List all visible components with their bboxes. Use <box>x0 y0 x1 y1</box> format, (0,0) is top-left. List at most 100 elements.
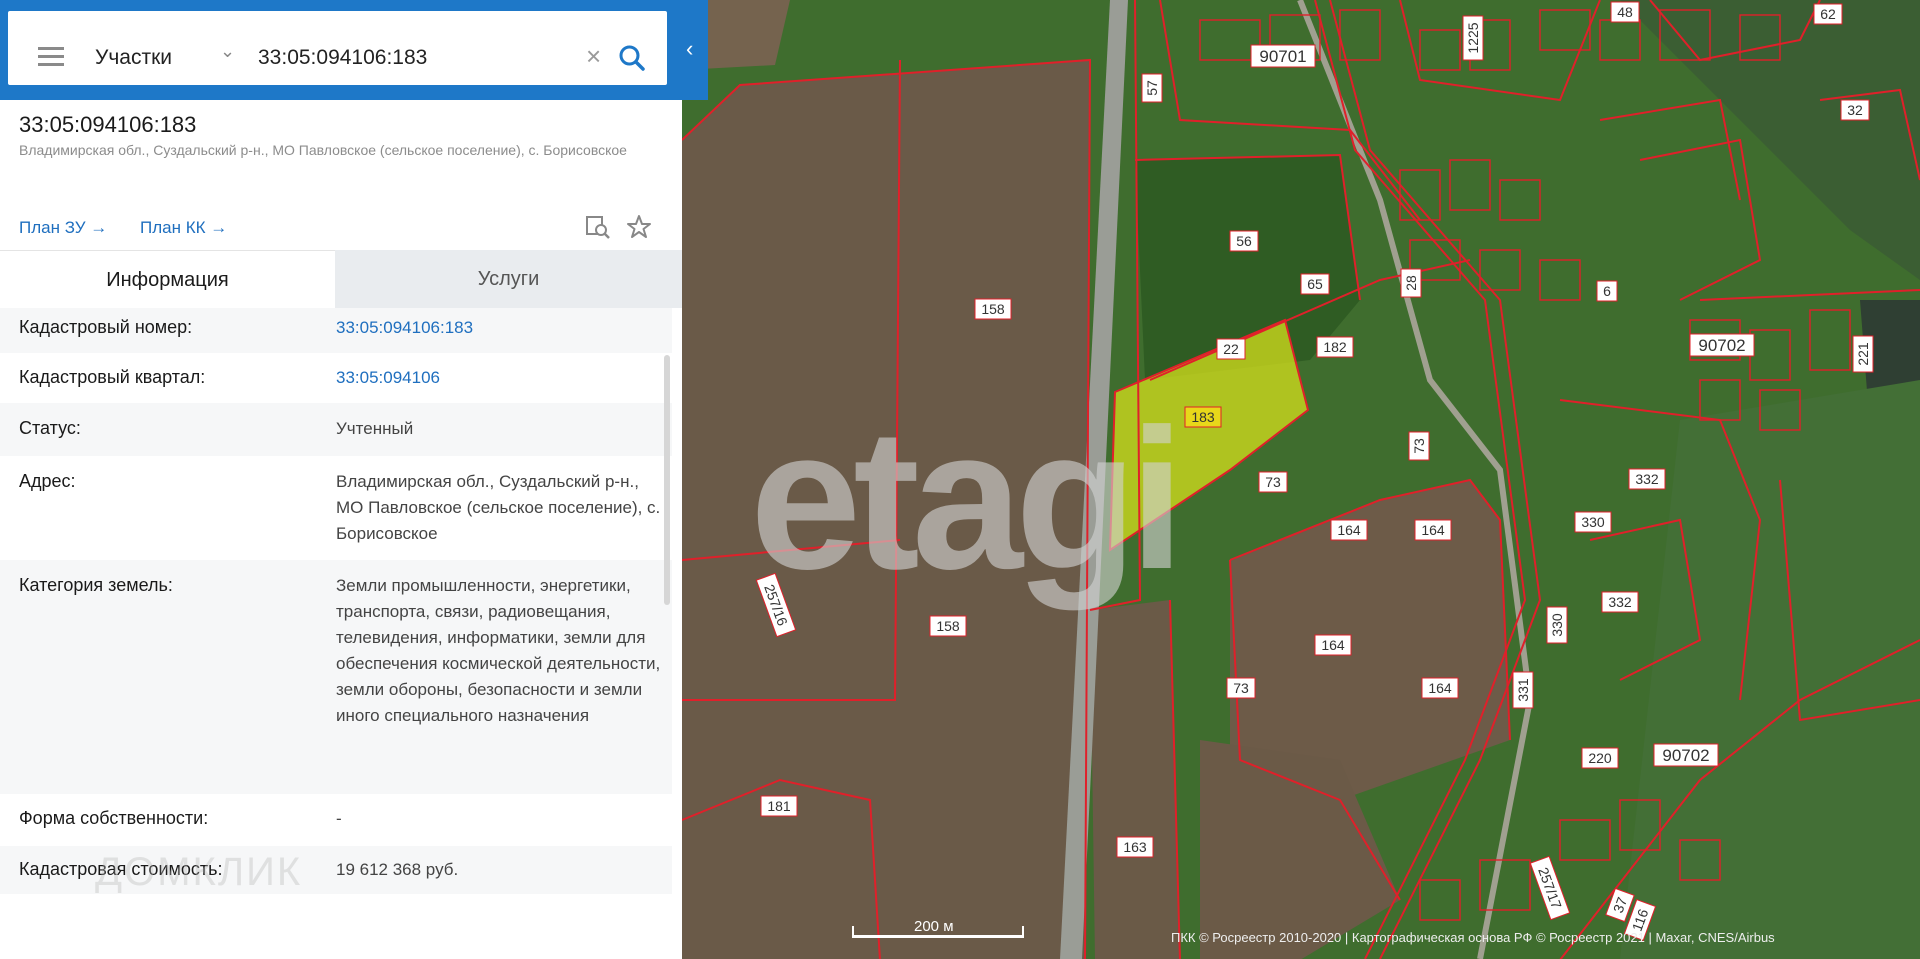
svg-text:332: 332 <box>1635 471 1659 487</box>
svg-text:22: 22 <box>1223 341 1239 357</box>
info-value: 19 612 368 руб. <box>336 860 459 879</box>
info-panel: 33:05:094106:183 Владимирская обл., Сузд… <box>0 0 682 959</box>
info-label: Адрес: <box>19 471 76 491</box>
svg-text:57: 57 <box>1144 80 1160 96</box>
map-label: 73 <box>1226 677 1256 699</box>
info-value: - <box>336 809 342 828</box>
info-label: Статус: <box>19 418 81 438</box>
parcel-address: Владимирская обл., Суздальский р-н., МО … <box>19 142 627 158</box>
svg-text:158: 158 <box>981 301 1005 317</box>
info-row-cadastral-number: Кадастровый номер: 33:05:094106:183 <box>0 308 672 353</box>
field-163 <box>1090 600 1180 959</box>
svg-text:73: 73 <box>1411 438 1427 454</box>
info-row-land-category: Категория земель: Земли промышленности, … <box>0 560 672 794</box>
info-row-cadastral-quarter: Кадастровый квартал: 33:05:094106 <box>0 353 672 403</box>
svg-text:73: 73 <box>1233 680 1249 696</box>
info-label: Форма собственности: <box>19 808 209 828</box>
panel-tabs: Информация Услуги <box>0 250 682 309</box>
scale-label: 200 м <box>914 918 954 935</box>
svg-text:6: 6 <box>1603 283 1611 299</box>
map-label: 183 <box>1184 406 1222 428</box>
map-label: 6 <box>1596 280 1618 302</box>
map-label: 28 <box>1400 268 1422 298</box>
map-label: 48 <box>1610 1 1640 23</box>
panel-scrollbar[interactable] <box>664 355 670 605</box>
map-scale-bar: 200 м <box>852 918 1024 941</box>
map-label: 164 <box>1414 519 1452 541</box>
cadastral-number-link[interactable]: 33:05:094106:183 <box>336 315 664 341</box>
info-label: Кадастровый квартал: <box>19 367 206 387</box>
search-icon[interactable] <box>618 44 646 77</box>
clear-icon[interactable]: × <box>586 41 601 72</box>
map-label: 158 <box>929 615 967 637</box>
map-label: 330 <box>1546 606 1568 644</box>
svg-text:48: 48 <box>1617 4 1633 20</box>
info-value: Земли промышленности, энергетики, трансп… <box>336 576 661 725</box>
parcel-title: 33:05:094106:183 <box>19 112 197 137</box>
map-label: 73 <box>1408 431 1430 461</box>
tab-information[interactable]: Информация <box>0 250 335 309</box>
info-value: Владимирская обл., Суздальский р-н., МО … <box>336 472 661 543</box>
svg-text:56: 56 <box>1236 233 1252 249</box>
map-label: 22 <box>1216 338 1246 360</box>
info-value: Учтенный <box>336 419 414 438</box>
map-label: 332 <box>1601 591 1639 613</box>
svg-text:331: 331 <box>1515 678 1531 702</box>
svg-text:158: 158 <box>936 618 960 634</box>
menu-icon[interactable] <box>38 47 64 71</box>
info-row-status: Статус: Учтенный <box>0 403 672 456</box>
info-row-address: Адрес: Владимирская обл., Суздальский р-… <box>0 456 672 560</box>
plan-zu-link[interactable]: План ЗУ → <box>19 218 107 238</box>
svg-text:330: 330 <box>1581 514 1605 530</box>
map-label: 90702 <box>1653 743 1719 767</box>
svg-text:330: 330 <box>1549 613 1565 637</box>
svg-text:1225: 1225 <box>1465 22 1481 53</box>
svg-text:181: 181 <box>767 798 791 814</box>
favorite-star-icon[interactable] <box>626 214 652 245</box>
map-label: 57 <box>1141 73 1163 103</box>
map-label: 73 <box>1258 471 1288 493</box>
collapse-panel-icon[interactable]: ‹ <box>686 36 693 62</box>
svg-text:90701: 90701 <box>1259 47 1306 66</box>
search-input[interactable]: 33:05:094106:183 <box>258 46 427 70</box>
chevron-down-icon[interactable]: ⌄ <box>220 41 235 62</box>
map-label: 182 <box>1316 336 1354 358</box>
map-label: 332 <box>1628 468 1666 490</box>
svg-text:62: 62 <box>1820 6 1836 22</box>
info-label: Кадастровый номер: <box>19 317 193 337</box>
svg-text:164: 164 <box>1337 522 1361 538</box>
tab-services[interactable]: Услуги <box>335 250 682 308</box>
svg-text:28: 28 <box>1403 275 1419 291</box>
map-label: 56 <box>1229 230 1259 252</box>
svg-text:90702: 90702 <box>1662 746 1709 765</box>
map-label: 65 <box>1300 273 1330 295</box>
svg-text:164: 164 <box>1321 637 1345 653</box>
domclick-watermark: ДОМКЛИК <box>95 850 303 894</box>
cadastral-quarter-link[interactable]: 33:05:094106 <box>336 365 664 391</box>
map-label: 164 <box>1421 677 1459 699</box>
svg-text:183: 183 <box>1191 409 1215 425</box>
svg-text:332: 332 <box>1608 594 1632 610</box>
map-label: 90701 <box>1250 44 1316 68</box>
svg-text:164: 164 <box>1421 522 1445 538</box>
search-box: Участки ⌄ 33:05:094106:183 × <box>8 11 667 85</box>
map-label: 158 <box>974 298 1012 320</box>
find-on-map-icon[interactable] <box>585 214 611 245</box>
etagi-watermark: etagi <box>750 388 1185 611</box>
svg-text:73: 73 <box>1265 474 1281 490</box>
map-label: 221 <box>1852 335 1874 373</box>
svg-text:182: 182 <box>1323 339 1347 355</box>
map-label: 164 <box>1314 634 1352 656</box>
svg-text:164: 164 <box>1428 680 1452 696</box>
svg-text:221: 221 <box>1855 342 1871 366</box>
plan-kk-link[interactable]: План КК → <box>140 218 227 238</box>
map-label: 181 <box>760 795 798 817</box>
search-type-select[interactable]: Участки <box>95 46 172 70</box>
svg-text:32: 32 <box>1847 102 1863 118</box>
map-label: 62 <box>1813 3 1843 25</box>
svg-text:90702: 90702 <box>1698 336 1745 355</box>
map-label: 32 <box>1840 99 1870 121</box>
search-header: Участки ⌄ 33:05:094106:183 × ‹ <box>0 0 708 100</box>
svg-text:220: 220 <box>1588 750 1612 766</box>
map-attribution: ПКК © Росреестр 2010-2020 | Картографиче… <box>1171 930 1775 945</box>
